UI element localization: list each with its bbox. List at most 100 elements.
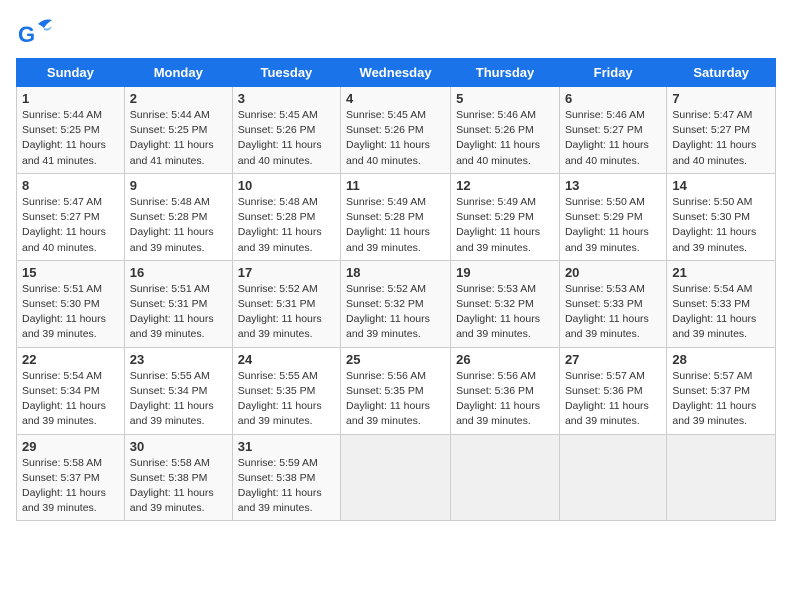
day-info: Sunrise: 5:51 AM Sunset: 5:30 PM Dayligh… — [22, 282, 119, 343]
logo-icon: G — [16, 16, 54, 54]
page-header: G — [16, 16, 776, 54]
day-number: 29 — [22, 439, 119, 454]
calendar-day: 7 Sunrise: 5:47 AM Sunset: 5:27 PM Daylig… — [667, 87, 776, 174]
day-number: 26 — [456, 352, 554, 367]
calendar-day: 15 Sunrise: 5:51 AM Sunset: 5:30 PM Dayli… — [17, 260, 125, 347]
calendar-day: 12 Sunrise: 5:49 AM Sunset: 5:29 PM Dayli… — [451, 173, 560, 260]
day-header-monday: Monday — [124, 59, 232, 87]
day-info: Sunrise: 5:53 AM Sunset: 5:32 PM Dayligh… — [456, 282, 554, 343]
calendar-week-3: 15 Sunrise: 5:51 AM Sunset: 5:30 PM Dayli… — [17, 260, 776, 347]
calendar-day: 23Sunrise: 5:55 AM Sunset: 5:34 PM Dayli… — [124, 347, 232, 434]
calendar-day — [667, 434, 776, 521]
day-info: Sunrise: 5:55 AM Sunset: 5:34 PM Dayligh… — [130, 369, 227, 430]
day-info: Sunrise: 5:54 AM Sunset: 5:34 PM Dayligh… — [22, 369, 119, 430]
calendar-day: 1 Sunrise: 5:44 AM Sunset: 5:25 PM Daylig… — [17, 87, 125, 174]
day-info: Sunrise: 5:53 AM Sunset: 5:33 PM Dayligh… — [565, 282, 661, 343]
day-number: 12 — [456, 178, 554, 193]
day-info: Sunrise: 5:50 AM Sunset: 5:29 PM Dayligh… — [565, 195, 661, 256]
calendar-day: 3Sunrise: 5:45 AM Sunset: 5:26 PM Daylig… — [232, 87, 340, 174]
day-info: Sunrise: 5:46 AM Sunset: 5:27 PM Dayligh… — [565, 108, 661, 169]
calendar-day: 11 Sunrise: 5:49 AM Sunset: 5:28 PM Dayli… — [341, 173, 451, 260]
calendar-day: 31 Sunrise: 5:59 AM Sunset: 5:38 PM Dayli… — [232, 434, 340, 521]
day-info: Sunrise: 5:47 AM Sunset: 5:27 PM Dayligh… — [672, 108, 770, 169]
day-number: 11 — [346, 178, 445, 193]
day-number: 19 — [456, 265, 554, 280]
day-number: 4 — [346, 91, 445, 106]
calendar-day: 21Sunrise: 5:54 AM Sunset: 5:33 PM Dayli… — [667, 260, 776, 347]
calendar-week-5: 29 Sunrise: 5:58 AM Sunset: 5:37 PM Dayli… — [17, 434, 776, 521]
day-info: Sunrise: 5:49 AM Sunset: 5:28 PM Dayligh… — [346, 195, 445, 256]
day-info: Sunrise: 5:45 AM Sunset: 5:26 PM Dayligh… — [238, 108, 335, 169]
day-number: 1 — [22, 91, 119, 106]
day-header-thursday: Thursday — [451, 59, 560, 87]
day-number: 18 — [346, 265, 445, 280]
day-number: 17 — [238, 265, 335, 280]
day-info: Sunrise: 5:51 AM Sunset: 5:31 PM Dayligh… — [130, 282, 227, 343]
day-info: Sunrise: 5:58 AM Sunset: 5:37 PM Dayligh… — [22, 456, 119, 517]
calendar-day — [451, 434, 560, 521]
calendar-day: 24 Sunrise: 5:55 AM Sunset: 5:35 PM Dayli… — [232, 347, 340, 434]
day-header-tuesday: Tuesday — [232, 59, 340, 87]
logo: G — [16, 16, 58, 54]
day-info: Sunrise: 5:44 AM Sunset: 5:25 PM Dayligh… — [130, 108, 227, 169]
day-number: 7 — [672, 91, 770, 106]
calendar-day: 26Sunrise: 5:56 AM Sunset: 5:36 PM Dayli… — [451, 347, 560, 434]
calendar-day: 18 Sunrise: 5:52 AM Sunset: 5:32 PM Dayli… — [341, 260, 451, 347]
day-header-friday: Friday — [559, 59, 666, 87]
day-number: 30 — [130, 439, 227, 454]
calendar-day: 14 Sunrise: 5:50 AM Sunset: 5:30 PM Dayli… — [667, 173, 776, 260]
calendar-day: 22 Sunrise: 5:54 AM Sunset: 5:34 PM Dayli… — [17, 347, 125, 434]
calendar-day — [559, 434, 666, 521]
day-number: 20 — [565, 265, 661, 280]
day-number: 10 — [238, 178, 335, 193]
day-info: Sunrise: 5:54 AM Sunset: 5:33 PM Dayligh… — [672, 282, 770, 343]
calendar-day: 10 Sunrise: 5:48 AM Sunset: 5:28 PM Dayli… — [232, 173, 340, 260]
calendar-day: 16 Sunrise: 5:51 AM Sunset: 5:31 PM Dayli… — [124, 260, 232, 347]
day-info: Sunrise: 5:48 AM Sunset: 5:28 PM Dayligh… — [130, 195, 227, 256]
day-number: 28 — [672, 352, 770, 367]
day-info: Sunrise: 5:50 AM Sunset: 5:30 PM Dayligh… — [672, 195, 770, 256]
day-info: Sunrise: 5:44 AM Sunset: 5:25 PM Dayligh… — [22, 108, 119, 169]
calendar-day: 17 Sunrise: 5:52 AM Sunset: 5:31 PM Dayli… — [232, 260, 340, 347]
calendar-table: SundayMondayTuesdayWednesdayThursdayFrid… — [16, 58, 776, 521]
day-info: Sunrise: 5:56 AM Sunset: 5:35 PM Dayligh… — [346, 369, 445, 430]
day-info: Sunrise: 5:57 AM Sunset: 5:36 PM Dayligh… — [565, 369, 661, 430]
day-number: 5 — [456, 91, 554, 106]
day-number: 14 — [672, 178, 770, 193]
day-info: Sunrise: 5:45 AM Sunset: 5:26 PM Dayligh… — [346, 108, 445, 169]
day-info: Sunrise: 5:49 AM Sunset: 5:29 PM Dayligh… — [456, 195, 554, 256]
calendar-day: 19 Sunrise: 5:53 AM Sunset: 5:32 PM Dayli… — [451, 260, 560, 347]
svg-text:G: G — [18, 22, 35, 47]
day-number: 22 — [22, 352, 119, 367]
calendar-day: 4 Sunrise: 5:45 AM Sunset: 5:26 PM Daylig… — [341, 87, 451, 174]
day-info: Sunrise: 5:48 AM Sunset: 5:28 PM Dayligh… — [238, 195, 335, 256]
day-number: 16 — [130, 265, 227, 280]
day-info: Sunrise: 5:52 AM Sunset: 5:32 PM Dayligh… — [346, 282, 445, 343]
day-number: 27 — [565, 352, 661, 367]
day-info: Sunrise: 5:55 AM Sunset: 5:35 PM Dayligh… — [238, 369, 335, 430]
calendar-day: 20 Sunrise: 5:53 AM Sunset: 5:33 PM Dayli… — [559, 260, 666, 347]
day-number: 8 — [22, 178, 119, 193]
calendar-day: 6 Sunrise: 5:46 AM Sunset: 5:27 PM Daylig… — [559, 87, 666, 174]
day-number: 6 — [565, 91, 661, 106]
calendar-day: 25 Sunrise: 5:56 AM Sunset: 5:35 PM Dayli… — [341, 347, 451, 434]
day-number: 25 — [346, 352, 445, 367]
calendar-day: 13 Sunrise: 5:50 AM Sunset: 5:29 PM Dayli… — [559, 173, 666, 260]
calendar-day: 30 Sunrise: 5:58 AM Sunset: 5:38 PM Dayli… — [124, 434, 232, 521]
day-info: Sunrise: 5:47 AM Sunset: 5:27 PM Dayligh… — [22, 195, 119, 256]
day-number: 31 — [238, 439, 335, 454]
calendar-week-4: 22 Sunrise: 5:54 AM Sunset: 5:34 PM Dayli… — [17, 347, 776, 434]
calendar-day: 9Sunrise: 5:48 AM Sunset: 5:28 PM Daylig… — [124, 173, 232, 260]
day-number: 24 — [238, 352, 335, 367]
calendar-week-1: 1 Sunrise: 5:44 AM Sunset: 5:25 PM Daylig… — [17, 87, 776, 174]
day-header-wednesday: Wednesday — [341, 59, 451, 87]
day-info: Sunrise: 5:59 AM Sunset: 5:38 PM Dayligh… — [238, 456, 335, 517]
day-number: 15 — [22, 265, 119, 280]
calendar-week-2: 8 Sunrise: 5:47 AM Sunset: 5:27 PM Daylig… — [17, 173, 776, 260]
day-info: Sunrise: 5:57 AM Sunset: 5:37 PM Dayligh… — [672, 369, 770, 430]
day-number: 13 — [565, 178, 661, 193]
day-info: Sunrise: 5:58 AM Sunset: 5:38 PM Dayligh… — [130, 456, 227, 517]
calendar-day: 2Sunrise: 5:44 AM Sunset: 5:25 PM Daylig… — [124, 87, 232, 174]
calendar-day: 5Sunrise: 5:46 AM Sunset: 5:26 PM Daylig… — [451, 87, 560, 174]
day-info: Sunrise: 5:52 AM Sunset: 5:31 PM Dayligh… — [238, 282, 335, 343]
